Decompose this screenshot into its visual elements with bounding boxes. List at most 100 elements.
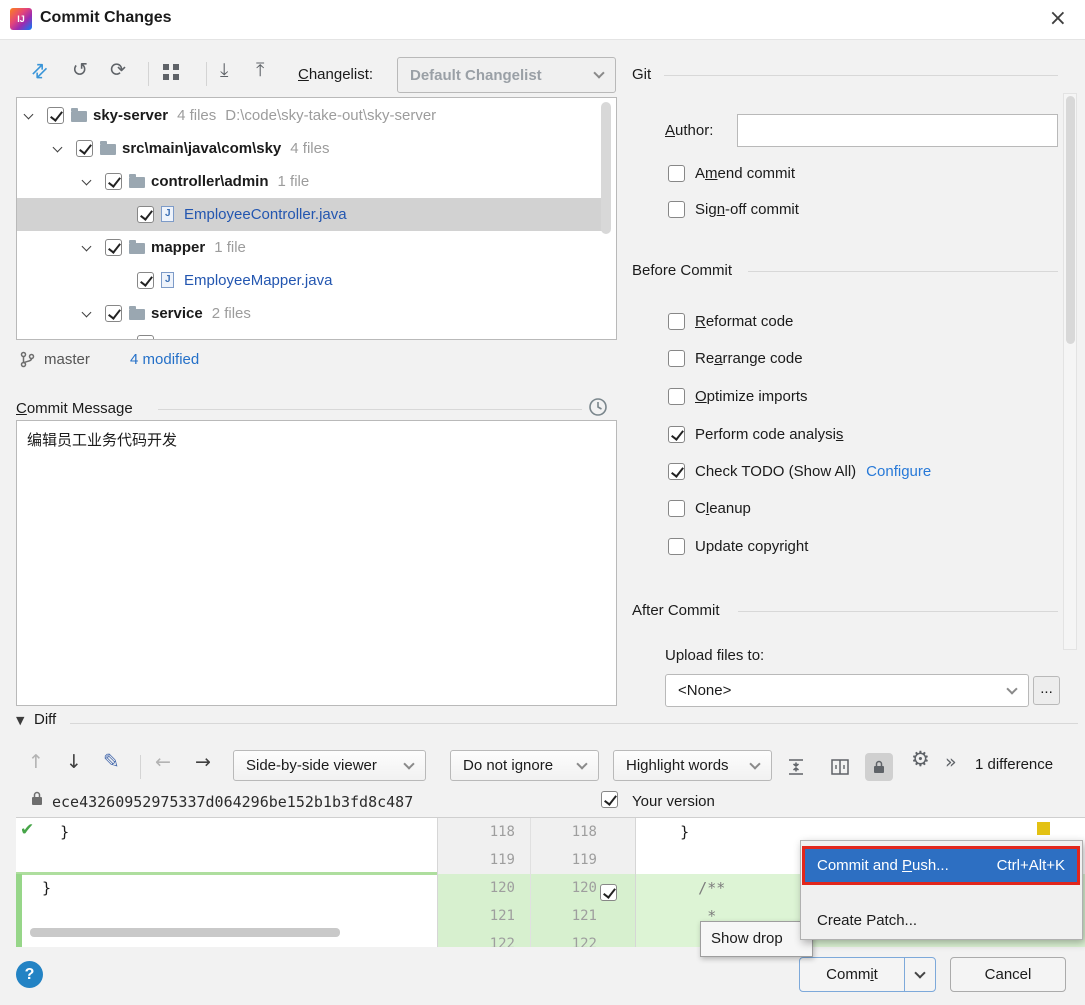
commit-message-input[interactable]: 编辑员工业务代码开发 bbox=[16, 420, 617, 706]
previous-difference-icon[interactable]: ↑ bbox=[28, 753, 44, 772]
chevron-down-icon[interactable] bbox=[81, 241, 92, 252]
tree-row-employee-mapper[interactable]: EmployeeMapper.java bbox=[17, 264, 616, 297]
show-diff-icon[interactable]: ⇄ bbox=[26, 58, 53, 85]
tree-row-src[interactable]: src\main\java\com\sky 4 files bbox=[17, 132, 616, 165]
diff-collapse-toggle[interactable]: ▼ bbox=[16, 714, 24, 727]
tree-row-service[interactable]: service 2 files bbox=[17, 297, 616, 330]
checkbox[interactable] bbox=[668, 425, 685, 443]
menu-item-commit-and-push[interactable]: Commit and Push... Ctrl+Alt+K bbox=[805, 849, 1077, 882]
changelist-label: Changelist: bbox=[298, 66, 374, 83]
checkbox[interactable] bbox=[137, 335, 154, 339]
commit-dropdown-button[interactable] bbox=[905, 958, 935, 991]
chevron-down-icon bbox=[576, 757, 588, 770]
tree-item-label: src\main\java\com\sky bbox=[122, 140, 282, 157]
commit-button-label: Commit bbox=[826, 966, 878, 983]
changelist-value: Default Changelist bbox=[410, 66, 542, 84]
tree-row-mapper[interactable]: mapper 1 file bbox=[17, 231, 616, 264]
right-panel-scrollbar-thumb[interactable] bbox=[1066, 96, 1075, 344]
next-difference-icon[interactable]: ↓ bbox=[66, 753, 82, 772]
viewer-mode-select[interactable]: Side-by-side viewer bbox=[233, 750, 426, 781]
configure-link[interactable]: Configure bbox=[866, 463, 931, 480]
cleanup-option[interactable]: Cleanup bbox=[668, 498, 751, 518]
your-version-checkbox[interactable] bbox=[601, 791, 618, 808]
checkbox[interactable] bbox=[76, 140, 93, 157]
checkbox[interactable] bbox=[105, 239, 122, 256]
right-panel-scrollbar[interactable] bbox=[1063, 93, 1077, 650]
include-change-checkbox[interactable] bbox=[600, 884, 617, 901]
ignore-mode-select[interactable]: Do not ignore bbox=[450, 750, 599, 781]
checkbox[interactable] bbox=[668, 164, 685, 182]
rearrange-code-option[interactable]: Rearrange code bbox=[668, 348, 803, 368]
annotation-red-highlight: Commit and Push... Ctrl+Alt+K bbox=[802, 846, 1080, 885]
file-count: 2 files bbox=[211, 305, 251, 322]
chevron-down-icon bbox=[593, 67, 605, 79]
checkbox[interactable] bbox=[47, 107, 64, 124]
checkbox[interactable] bbox=[668, 499, 685, 517]
gear-icon[interactable]: ⚙ bbox=[911, 749, 930, 770]
modified-files-link[interactable]: 4 modified bbox=[130, 351, 199, 368]
group-by-icon[interactable] bbox=[162, 63, 180, 81]
more-actions-icon[interactable]: » bbox=[945, 753, 957, 772]
check-todo-option[interactable]: Check TODO (Show All) Configure bbox=[668, 461, 931, 481]
checkbox[interactable] bbox=[668, 462, 685, 480]
lock-icon bbox=[874, 760, 884, 773]
message-history-icon[interactable] bbox=[588, 397, 608, 417]
sync-scroll-icon[interactable] bbox=[830, 757, 850, 777]
cancel-button[interactable]: Cancel bbox=[950, 957, 1066, 992]
amend-commit-option[interactable]: Amend commit bbox=[668, 163, 795, 183]
checkbox[interactable] bbox=[668, 537, 685, 555]
checkbox[interactable] bbox=[668, 312, 685, 330]
signoff-commit-option[interactable]: Sign-off commit bbox=[668, 199, 799, 219]
reformat-code-option[interactable]: Reformat code bbox=[668, 311, 793, 331]
checkbox[interactable] bbox=[668, 200, 685, 218]
changelist-select[interactable]: Default Changelist bbox=[397, 57, 616, 93]
chevron-down-icon[interactable] bbox=[81, 307, 92, 318]
tree-row-employee-controller[interactable]: EmployeeController.java bbox=[17, 198, 602, 231]
rollback-icon[interactable]: ↺ bbox=[72, 61, 88, 80]
commit-button[interactable]: Commit bbox=[800, 958, 904, 991]
upload-target-select[interactable]: <None> bbox=[665, 674, 1029, 707]
line-number: 119 bbox=[489, 852, 515, 868]
menu-item-shortcut: Ctrl+Alt+K bbox=[996, 857, 1065, 874]
refresh-icon[interactable]: ⟳ bbox=[110, 61, 126, 80]
tree-row-sky-server[interactable]: sky-server 4 files D:\code\sky-take-out\… bbox=[17, 99, 616, 132]
collapse-unchanged-icon[interactable] bbox=[786, 757, 806, 777]
perform-code-analysis-option[interactable]: Perform code analysis bbox=[668, 424, 843, 444]
lock-scroll-button[interactable] bbox=[865, 753, 893, 781]
section-rule bbox=[664, 75, 1058, 76]
branch-name[interactable]: master bbox=[44, 351, 90, 368]
tree-row-partial[interactable] bbox=[17, 330, 616, 339]
browse-upload-targets-button[interactable]: ... bbox=[1033, 676, 1060, 705]
tree-scrollbar-thumb[interactable] bbox=[601, 102, 611, 234]
tree-item-label: EmployeeController.java bbox=[184, 206, 347, 223]
checkbox[interactable] bbox=[105, 305, 122, 322]
checkbox[interactable] bbox=[137, 272, 154, 289]
horizontal-scrollbar-thumb[interactable] bbox=[30, 928, 340, 937]
amend-commit-label: Amend commit bbox=[695, 164, 796, 182]
checkbox[interactable] bbox=[668, 349, 685, 367]
help-button[interactable]: ? bbox=[16, 961, 43, 988]
module-path: D:\code\sky-take-out\sky-server bbox=[225, 107, 437, 124]
forward-icon[interactable]: → bbox=[195, 753, 211, 772]
chevron-down-icon bbox=[914, 966, 926, 979]
change-applied-check-icon[interactable]: ✔ bbox=[20, 820, 34, 840]
checkbox[interactable] bbox=[105, 173, 122, 190]
chevron-down-icon[interactable] bbox=[23, 109, 34, 120]
checkbox[interactable] bbox=[137, 206, 154, 223]
close-button[interactable]: × bbox=[1049, 6, 1067, 31]
highlight-mode-select[interactable]: Highlight words bbox=[613, 750, 772, 781]
after-commit-section-header: After Commit bbox=[632, 602, 720, 619]
checkbox[interactable] bbox=[668, 387, 685, 405]
collapse-all-icon[interactable]: ⤒ bbox=[256, 61, 264, 80]
back-icon[interactable]: ← bbox=[155, 753, 171, 772]
menu-item-create-patch[interactable]: Create Patch... bbox=[803, 907, 1079, 935]
cancel-button-label: Cancel bbox=[984, 966, 1032, 983]
author-input[interactable] bbox=[737, 114, 1058, 147]
chevron-down-icon[interactable] bbox=[52, 142, 63, 153]
chevron-down-icon[interactable] bbox=[81, 175, 92, 186]
expand-all-icon[interactable]: ⤓ bbox=[220, 61, 228, 80]
update-copyright-option[interactable]: Update copyright bbox=[668, 536, 808, 556]
edit-source-icon[interactable]: ✎ bbox=[103, 751, 120, 771]
optimize-imports-option[interactable]: Optimize imports bbox=[668, 386, 808, 406]
tree-row-controller-admin[interactable]: controller\admin 1 file bbox=[17, 165, 616, 198]
